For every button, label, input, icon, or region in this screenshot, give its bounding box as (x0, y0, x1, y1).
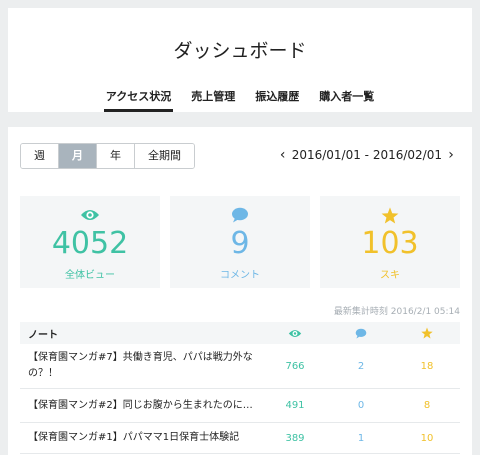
stat-value-views: 4052 (51, 226, 129, 261)
tab-sales-management[interactable]: 売上管理 (189, 88, 237, 112)
note-title[interactable]: 【保育園マンガ#2】同じお腹から生まれたのに… (20, 398, 262, 414)
comment-icon[interactable] (328, 328, 394, 339)
dashboard-tabs: アクセス状況 売上管理 振込履歴 購入者一覧 (8, 88, 472, 112)
table-row[interactable]: 【保育園マンガ#2】同じお腹から生まれたのに… 491 0 8 (20, 389, 460, 423)
note-comments: 0 (357, 400, 365, 411)
star-icon[interactable] (394, 327, 460, 339)
period-all-button[interactable]: 全期間 (135, 144, 194, 168)
chevron-left-icon[interactable]: ‹ (274, 147, 292, 163)
eye-icon (20, 207, 160, 225)
stat-label-likes: スキ (380, 270, 400, 281)
table-row[interactable]: 【保育園マンガ#7】共働き育児、パパは戦力外なの？！ 766 2 18 (20, 344, 460, 389)
note-views: 766 (285, 360, 305, 372)
stat-value-likes: 103 (361, 226, 419, 261)
stat-card-views: 4052 全体ビュー (20, 196, 160, 288)
star-icon (320, 207, 460, 225)
note-views: 491 (285, 400, 305, 411)
period-selector: 週 月 年 全期間 (20, 143, 195, 169)
date-range-nav: ‹ 2016/01/01 - 2016/02/01 › (274, 147, 460, 163)
stat-value-comments: 9 (230, 226, 250, 261)
note-comments: 2 (357, 360, 365, 372)
note-title[interactable]: 【保育園マンガ#1】パパママ1日保育士体験記 (20, 430, 262, 446)
tab-transfer-history[interactable]: 振込履歴 (253, 88, 301, 112)
last-updated: 最新集計時刻 2016/2/1 05:14 (333, 307, 460, 317)
chevron-right-icon[interactable]: › (442, 147, 460, 163)
note-likes: 8 (423, 400, 431, 411)
access-status-panel: 週 月 年 全期間 ‹ 2016/01/01 - 2016/02/01 › 40… (8, 127, 472, 455)
note-likes: 10 (420, 432, 434, 444)
note-likes: 18 (420, 360, 434, 372)
stat-label-views: 全体ビュー (65, 270, 115, 281)
period-week-button[interactable]: 週 (21, 144, 59, 168)
comment-icon (170, 207, 310, 225)
stat-label-comments: コメント (220, 270, 260, 281)
stat-card-likes: 103 スキ (320, 196, 460, 288)
tab-buyer-list[interactable]: 購入者一覧 (317, 88, 376, 112)
table-header: ノート (20, 322, 460, 344)
eye-icon[interactable] (262, 328, 328, 339)
period-year-button[interactable]: 年 (97, 144, 135, 168)
notes-table: ノート 【保育園マンガ#7】共働き育児、パパは戦力外なの？！ 766 2 18 … (20, 322, 460, 454)
dashboard-header: ダッシュボード アクセス状況 売上管理 振込履歴 購入者一覧 (8, 8, 472, 112)
stats-summary: 4052 全体ビュー 9 コメント 103 スキ (20, 196, 460, 288)
column-header-note: ノート (28, 329, 58, 341)
table-row[interactable]: 【保育園マンガ#1】パパママ1日保育士体験記 389 1 10 (20, 423, 460, 454)
date-range-text: 2016/01/01 - 2016/02/01 (291, 148, 442, 162)
period-month-button[interactable]: 月 (59, 144, 97, 168)
tab-access-status[interactable]: アクセス状況 (103, 88, 174, 112)
note-title[interactable]: 【保育園マンガ#7】共働き育児、パパは戦力外なの？！ (20, 350, 262, 382)
stat-card-comments: 9 コメント (170, 196, 310, 288)
note-comments: 1 (357, 432, 365, 444)
note-views: 389 (285, 432, 305, 444)
page-title: ダッシュボード (173, 40, 307, 62)
